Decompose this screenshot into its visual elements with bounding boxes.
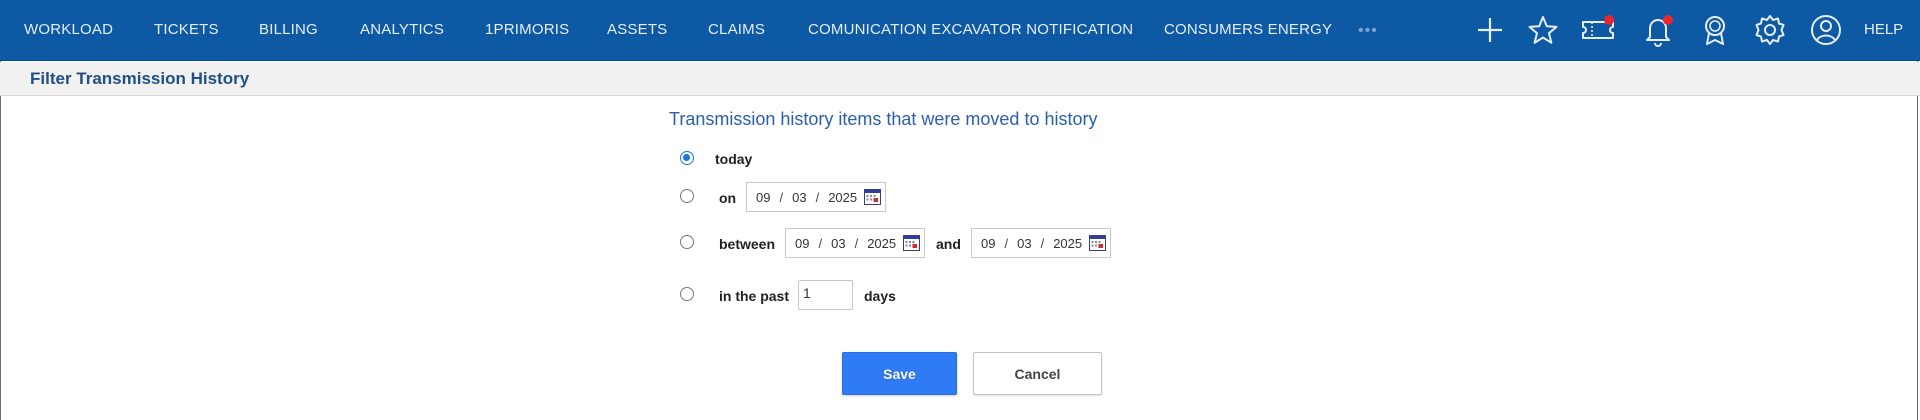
bell-badge: [1663, 15, 1673, 25]
save-button[interactable]: Save: [842, 352, 957, 395]
label-between: between: [719, 236, 776, 252]
label-today: today: [715, 151, 753, 167]
on-date-day[interactable]: 03: [792, 190, 806, 205]
ticket-badge: [1604, 15, 1614, 25]
between-start-year[interactable]: 2025: [867, 236, 896, 251]
label-on: on: [719, 190, 737, 206]
nav-claims[interactable]: CLAIMS: [708, 21, 765, 38]
user-icon[interactable]: [1808, 12, 1844, 48]
plus-icon[interactable]: [1472, 12, 1508, 48]
help-link[interactable]: HELP: [1864, 21, 1903, 38]
calendar-icon[interactable]: [1089, 235, 1106, 251]
bell-icon[interactable]: [1640, 12, 1676, 48]
gear-icon[interactable]: [1752, 12, 1788, 48]
nav-workload[interactable]: WORKLOAD: [24, 21, 113, 38]
on-date-month[interactable]: 09: [756, 190, 770, 205]
between-end-day[interactable]: 03: [1017, 236, 1031, 251]
date-separator: /: [854, 235, 859, 251]
top-navigation: WORKLOAD TICKETS BILLING ANALYTICS 1PRIM…: [0, 0, 1920, 61]
between-start-day[interactable]: 03: [831, 236, 845, 251]
between-end-month[interactable]: 09: [981, 236, 995, 251]
radio-today[interactable]: [680, 151, 694, 165]
page-title: Filter Transmission History: [30, 69, 250, 88]
calendar-icon[interactable]: [903, 235, 920, 251]
between-end-date-input[interactable]: 09 / 03 / 2025: [971, 228, 1111, 258]
label-in-the-past: in the past: [719, 288, 790, 304]
radio-between[interactable]: [680, 235, 694, 249]
form-heading: Transmission history items that were mov…: [669, 109, 1098, 129]
award-icon[interactable]: [1697, 12, 1733, 48]
nav-analytics[interactable]: ANALYTICS: [360, 21, 444, 38]
star-icon[interactable]: [1525, 12, 1561, 48]
date-separator: /: [815, 189, 820, 205]
between-start-date-input[interactable]: 09 / 03 / 2025: [785, 228, 925, 258]
label-and: and: [936, 236, 961, 252]
nav-more-icon[interactable]: •••: [1358, 22, 1378, 40]
label-days: days: [864, 288, 896, 304]
nav-1primoris[interactable]: 1PRIMORIS: [485, 21, 569, 38]
date-separator: /: [818, 235, 823, 251]
between-start-month[interactable]: 09: [795, 236, 809, 251]
radio-on[interactable]: [680, 189, 694, 203]
on-date-input[interactable]: 09 / 03 / 2025: [746, 182, 886, 212]
nav-tickets[interactable]: TICKETS: [154, 21, 219, 38]
nav-assets[interactable]: ASSETS: [607, 21, 667, 38]
date-separator: /: [779, 189, 784, 205]
date-separator: /: [1040, 235, 1045, 251]
on-date-year[interactable]: 2025: [828, 190, 857, 205]
days-input[interactable]: 1: [798, 280, 853, 310]
date-separator: /: [1004, 235, 1009, 251]
nav-comunication-excavator-notification[interactable]: COMUNICATION EXCAVATOR NOTIFICATION: [808, 21, 1133, 38]
nav-billing[interactable]: BILLING: [259, 21, 318, 38]
ticket-icon[interactable]: [1580, 12, 1616, 48]
radio-in-the-past[interactable]: [680, 287, 694, 301]
nav-consumers-energy[interactable]: CONSUMERS ENERGY: [1164, 21, 1332, 38]
filter-header-bar: Filter Transmission History: [0, 62, 1920, 96]
calendar-icon[interactable]: [864, 189, 881, 205]
cancel-button[interactable]: Cancel: [973, 352, 1102, 395]
between-end-year[interactable]: 2025: [1053, 236, 1082, 251]
